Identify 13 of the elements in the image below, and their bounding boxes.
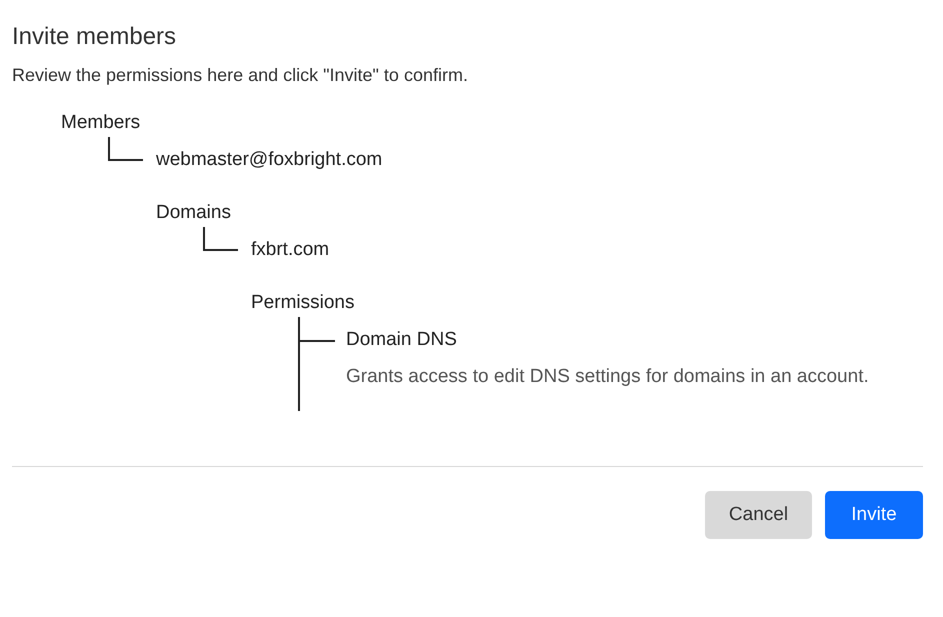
cancel-button[interactable]: Cancel bbox=[705, 491, 812, 539]
tree-connector bbox=[203, 227, 238, 251]
permission-description: Grants access to edit DNS settings for domains in an account. bbox=[346, 365, 870, 389]
tree-heading: Permissions bbox=[251, 291, 354, 315]
tree-connector bbox=[108, 137, 143, 161]
tree-heading: Domains bbox=[156, 201, 231, 225]
tree-item: fxbrt.com bbox=[251, 238, 330, 262]
tree-heading: Members bbox=[61, 111, 140, 135]
dialog-subtitle: Review the permissions here and click "Invite" to confirm. bbox=[12, 64, 468, 87]
dialog-title: Invite members bbox=[12, 22, 176, 52]
tree-item: webmaster@foxbright.com bbox=[156, 148, 382, 172]
invite-button[interactable]: Invite bbox=[825, 491, 923, 539]
tree-item: Domain DNS bbox=[346, 328, 457, 352]
